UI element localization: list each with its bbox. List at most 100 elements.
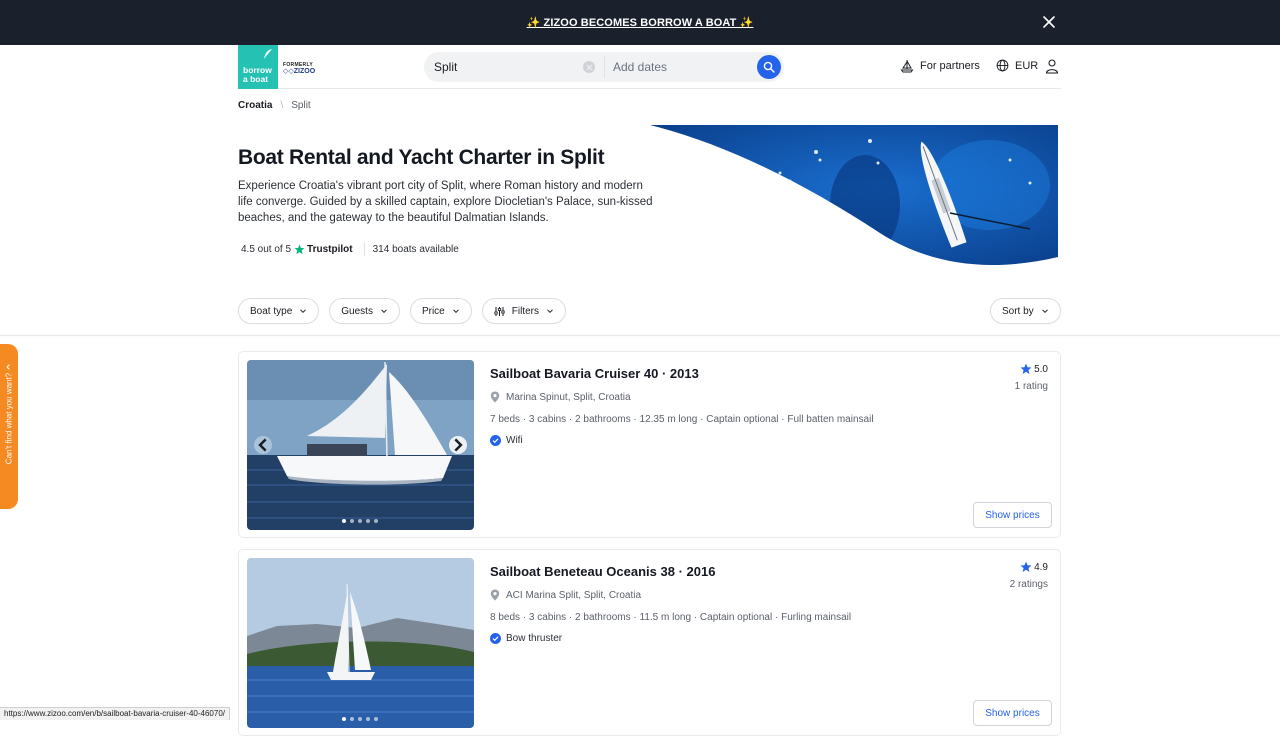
clear-icon[interactable] [583, 61, 595, 73]
rating-divider [363, 242, 365, 256]
rating-count: 2 ratings [1009, 579, 1048, 590]
photo-dot[interactable] [374, 717, 378, 721]
photo-dot[interactable] [366, 519, 370, 523]
more-filters-button[interactable]: Filters [481, 298, 566, 324]
chevron-right-icon [454, 438, 463, 452]
photo-dot[interactable] [342, 717, 346, 721]
chevron-down-icon [452, 309, 459, 314]
feature-label: Bow thruster [506, 633, 563, 644]
listing-card[interactable]: Sailboat Beneteau Oceanis 38 · 2016 ACI … [238, 549, 1061, 736]
location-pin-icon [490, 589, 500, 601]
feature-label: Wifi [506, 435, 523, 446]
chevron-down-icon [1041, 309, 1048, 314]
feedback-tab-label: Can't find what you want? [4, 372, 14, 465]
show-prices-button[interactable]: Show prices [973, 502, 1052, 528]
listing-card[interactable]: Sailboat Bavaria Cruiser 40 · 2013 Marin… [238, 351, 1061, 538]
photo-dot[interactable] [358, 717, 362, 721]
photo-dot[interactable] [350, 519, 354, 523]
dates-input[interactable]: Add dates [613, 60, 667, 74]
rating-value: 4.9 [1034, 561, 1048, 573]
breadcrumb: Croatia \ Split [238, 100, 311, 111]
logo-line-2: a boat [243, 73, 269, 84]
site-header: borrow a boat FORMERLY ◇◇ZIZOO Split Add… [238, 45, 1061, 89]
star-icon [1020, 363, 1032, 374]
listing-photo[interactable] [247, 360, 474, 530]
boat-type-filter[interactable]: Boat type [238, 298, 320, 324]
sailboat-photo [247, 360, 474, 530]
listing-rating: 4.9 2 ratings [1010, 561, 1048, 590]
rating-value: 5.0 [1034, 363, 1048, 375]
search-bar: Split Add dates [424, 52, 784, 82]
zizoo-logo: ◇◇ZIZOO [283, 68, 316, 75]
next-photo-button[interactable] [449, 436, 467, 454]
boat-type-label: Boat type [250, 305, 293, 317]
chevron-down-icon [381, 309, 387, 314]
photo-dot[interactable] [374, 519, 378, 523]
user-icon[interactable] [1044, 58, 1060, 74]
show-prices-button[interactable]: Show prices [973, 700, 1052, 726]
trustpilot-label[interactable]: Trustpilot [307, 244, 353, 255]
filters-label: Filters [511, 305, 539, 317]
page-title: Boat Rental and Yacht Charter in Split [238, 146, 605, 169]
location-input[interactable]: Split [434, 60, 457, 74]
prev-photo-button[interactable] [254, 436, 272, 454]
check-circle-icon [490, 435, 501, 446]
boats-available: 314 boats available [372, 243, 459, 255]
search-icon [763, 61, 775, 73]
listing-feature: Bow thruster [490, 633, 562, 644]
currency-selector[interactable]: EUR [996, 59, 1038, 72]
search-button[interactable] [757, 55, 781, 79]
search-divider [604, 56, 605, 78]
sliders-icon [494, 306, 505, 316]
rating-score: 4.5 out of 5 [241, 243, 292, 255]
sailboat-photo [247, 558, 474, 728]
feedback-tab[interactable]: Can't find what you want? [0, 344, 18, 509]
breadcrumb-split: Split [291, 100, 311, 111]
listing-specs: 8 beds · 3 cabins · 2 bathrooms · 11.5 m… [490, 612, 852, 623]
listing-title[interactable]: Sailboat Beneteau Oceanis 38 · 2016 [490, 564, 715, 579]
check-circle-icon [490, 633, 501, 644]
logo[interactable]: borrow a boat [238, 45, 278, 89]
breadcrumb-croatia[interactable]: Croatia [238, 100, 272, 111]
trustpilot-rating: 4.5 out of 5 Trustpilot 314 boats availa… [241, 242, 459, 256]
photo-dot[interactable] [350, 717, 354, 721]
listing-location: ACI Marina Split, Split, Croatia [490, 589, 641, 601]
status-bar-url: https://www.zizoo.com/en/b/sailboat-bava… [0, 707, 230, 720]
hero-description: Experience Croatia's vibrant port city o… [238, 180, 653, 224]
guests-filter[interactable]: Guests [329, 298, 400, 324]
close-icon[interactable] [1040, 13, 1058, 31]
sort-by-label: Sort by [1002, 305, 1034, 317]
photo-dot[interactable] [366, 717, 370, 721]
listing-feature: Wifi [490, 435, 523, 446]
trustpilot-star-icon [294, 243, 305, 254]
listing-specs: 7 beds · 3 cabins · 2 bathrooms · 12.35 … [490, 414, 874, 425]
feather-icon [264, 49, 272, 59]
photo-dots [342, 519, 378, 523]
announcement-banner: ✨ ZIZOO BECOMES BORROW A BOAT ✨ [0, 0, 1280, 45]
chevron-down-icon [300, 309, 307, 314]
location-text: ACI Marina Split, Split, Croatia [506, 589, 642, 601]
price-filter[interactable]: Price [409, 298, 472, 324]
filter-divider [0, 335, 1280, 336]
photo-dots [342, 717, 378, 721]
hero-image [650, 125, 1058, 265]
banner-link[interactable]: ✨ ZIZOO BECOMES BORROW A BOAT ✨ [527, 16, 754, 29]
price-label: Price [421, 305, 445, 317]
globe-icon [996, 59, 1009, 72]
guests-label: Guests [341, 305, 373, 317]
location-text: Marina Spinut, Split, Croatia [506, 391, 631, 403]
location-pin-icon [490, 391, 500, 403]
listing-photo[interactable] [247, 558, 474, 728]
for-partners-link[interactable]: For partners [900, 59, 980, 73]
photo-dot[interactable] [342, 519, 346, 523]
listing-location: Marina Spinut, Split, Croatia [490, 391, 631, 403]
sailboat-icon [900, 60, 914, 73]
rating-count: 1 rating [1014, 381, 1048, 392]
filter-bar: Boat type Guests Price Filters [238, 298, 566, 324]
listing-title[interactable]: Sailboat Bavaria Cruiser 40 · 2013 [490, 366, 699, 381]
sort-by-button[interactable]: Sort by [990, 298, 1061, 324]
photo-dot[interactable] [358, 519, 362, 523]
star-icon [1020, 561, 1032, 572]
breadcrumb-separator: \ [280, 100, 284, 111]
currency-label: EUR [1015, 59, 1039, 72]
